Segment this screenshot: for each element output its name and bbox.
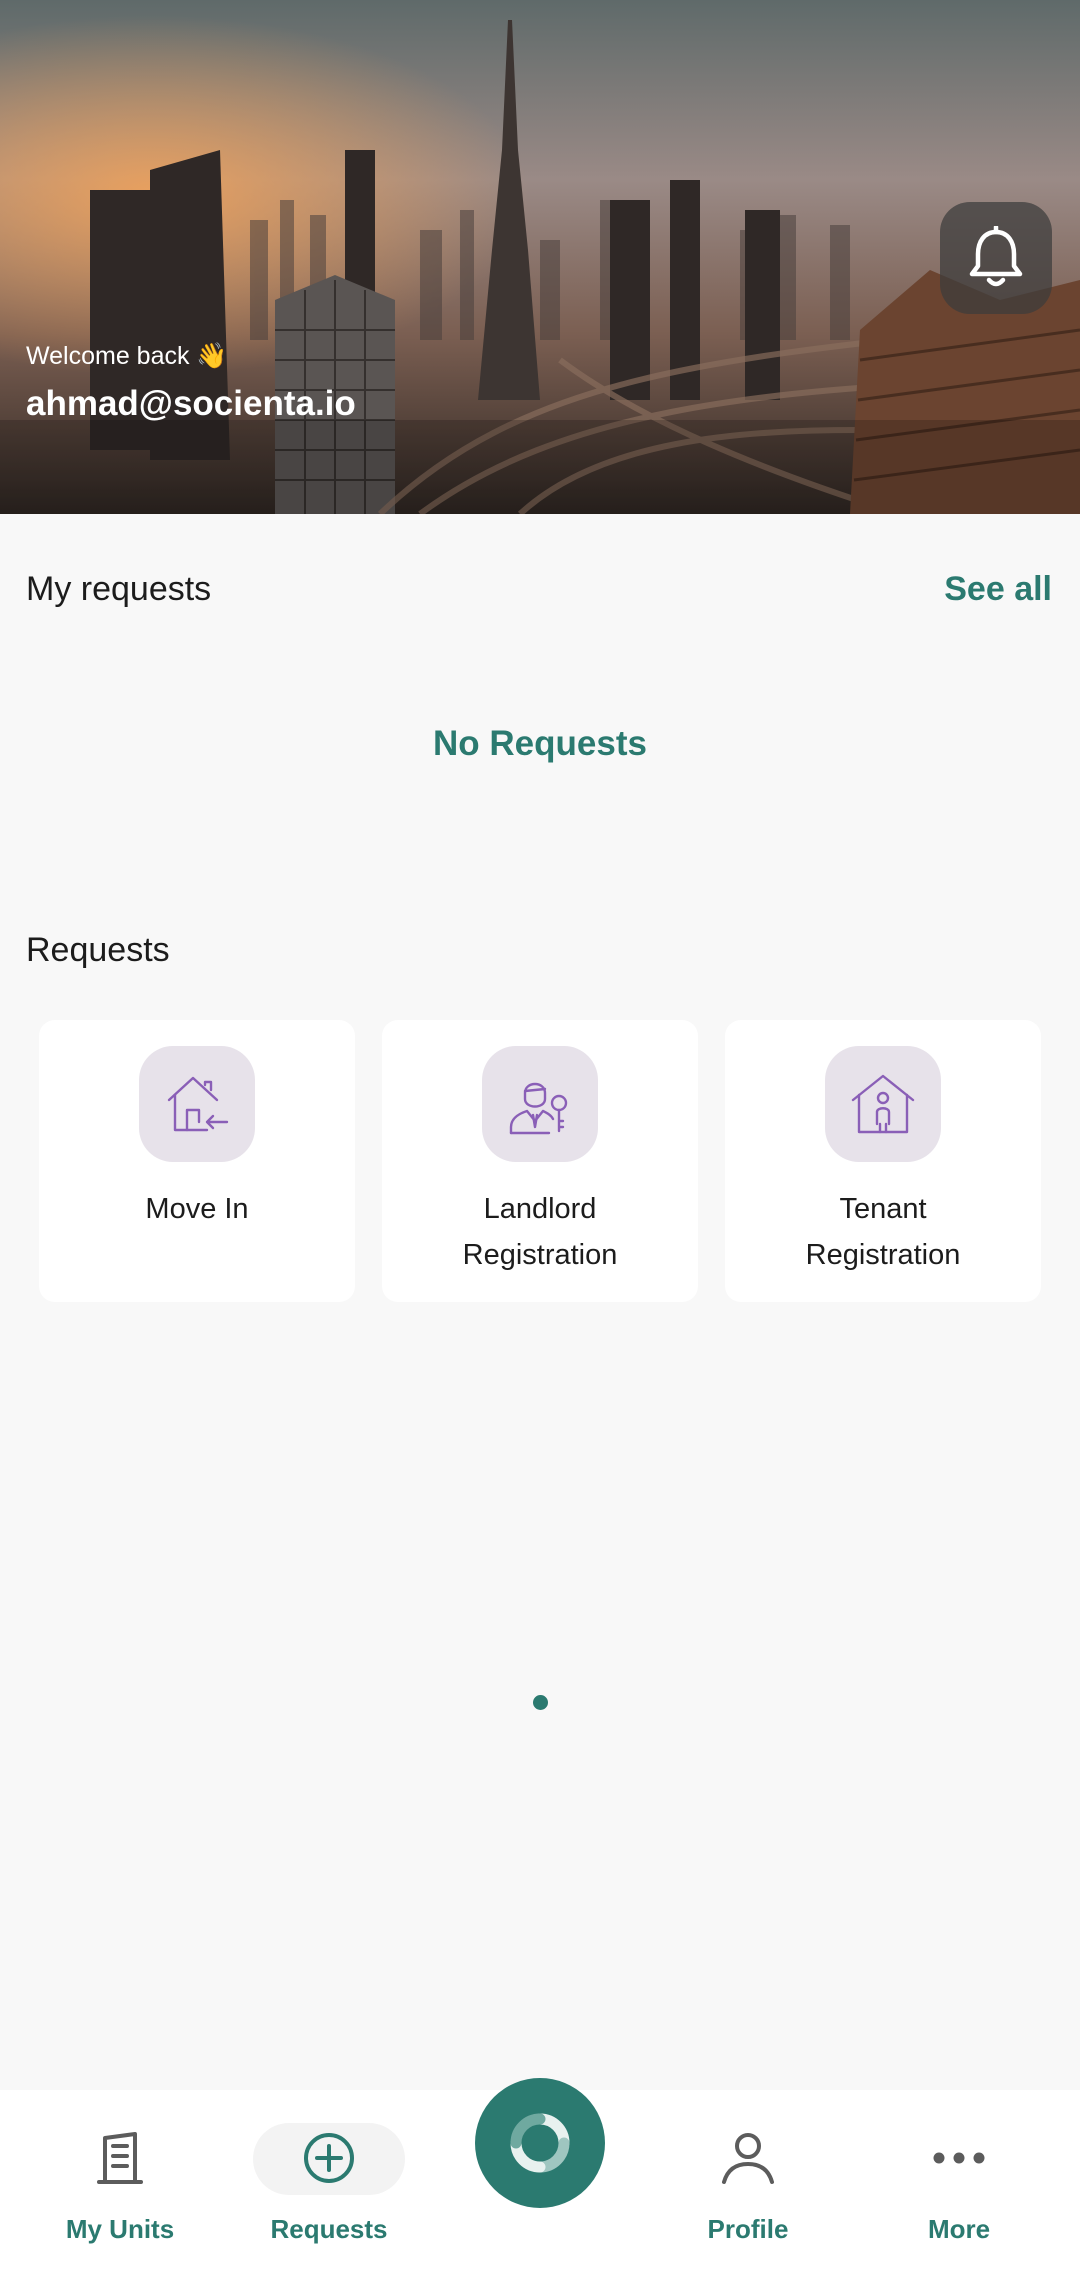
- nav-my-units[interactable]: My Units: [40, 2126, 200, 2245]
- user-email: ahmad@socienta.io: [26, 384, 356, 423]
- card-label: Tenant Registration: [805, 1193, 961, 1271]
- landlord-key-icon: [482, 1046, 598, 1162]
- notifications-button[interactable]: [940, 202, 1052, 314]
- building-icon: [97, 2132, 143, 2184]
- header-banner: Welcome back 👋 ahmad@socienta.io: [0, 0, 1080, 514]
- nav-label: Profile: [707, 2214, 789, 2244]
- more-dots-icon: [933, 2152, 985, 2164]
- card-label: Move In: [145, 1193, 249, 1225]
- nav-label: More: [927, 2214, 991, 2244]
- card-label: Landlord Registration: [462, 1193, 618, 1271]
- my-requests-title: My requests: [26, 570, 212, 608]
- plus-circle-icon: [304, 2133, 354, 2183]
- nav-requests[interactable]: Requests: [249, 2126, 409, 2245]
- nav-label: Requests: [270, 2214, 388, 2244]
- welcome-text: Welcome back 👋: [26, 342, 228, 370]
- page-indicator-dot: [533, 1695, 548, 1710]
- tenant-house-icon: [825, 1046, 941, 1162]
- app-logo-icon: [510, 2113, 570, 2173]
- nav-more[interactable]: More: [879, 2126, 1039, 2245]
- home-fab-button[interactable]: [475, 2078, 605, 2208]
- empty-requests-message: No Requests: [433, 724, 647, 763]
- house-move-in-icon: [139, 1046, 255, 1162]
- city-skyline-image: [0, 0, 1080, 514]
- move-in-card[interactable]: Move In: [39, 1020, 355, 1302]
- bell-icon: [969, 226, 1023, 287]
- person-icon: [722, 2133, 774, 2184]
- nav-label: My Units: [65, 2214, 175, 2244]
- requests-section-title: Requests: [26, 931, 170, 969]
- nav-profile[interactable]: Profile: [668, 2126, 828, 2245]
- see-all-link[interactable]: See all: [944, 570, 1052, 609]
- landlord-registration-card[interactable]: Landlord Registration: [382, 1020, 698, 1302]
- tenant-registration-card[interactable]: Tenant Registration: [725, 1020, 1041, 1302]
